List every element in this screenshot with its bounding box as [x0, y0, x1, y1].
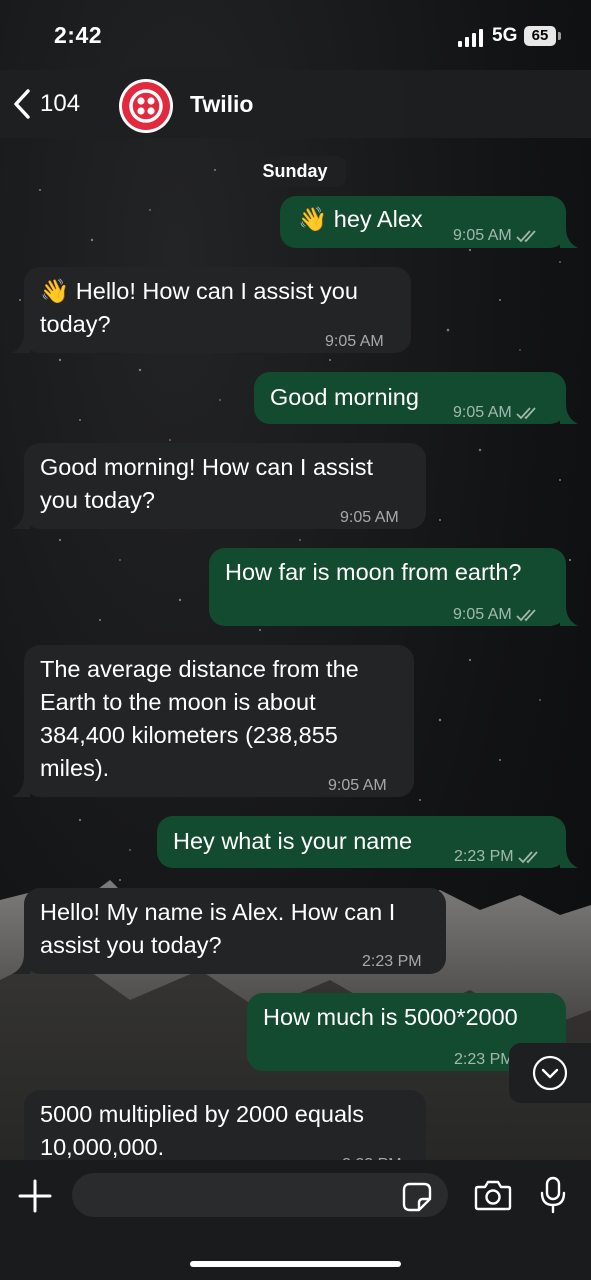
battery-icon: 65	[524, 26, 556, 46]
message-text: Good morning	[270, 384, 419, 410]
attach-button[interactable]	[18, 1179, 52, 1218]
bubble-tail	[12, 333, 30, 353]
bubble-tail	[12, 777, 30, 797]
status-bar: 2:42 5G 65	[0, 0, 591, 70]
message-text: 384,400 kilometers (238,855	[40, 722, 338, 748]
message-text: miles).	[40, 755, 110, 781]
message-time: 9:05 AM	[325, 333, 384, 350]
incoming-message[interactable]: Hello! My name is Alex. How can I assist…	[24, 888, 446, 974]
bubble-tail	[560, 228, 578, 248]
message-input[interactable]	[86, 1173, 390, 1219]
sticker-button[interactable]	[402, 1182, 432, 1217]
message-time: 2:23 PM	[454, 1051, 514, 1068]
message-text: 5000 multiplied by 2000 equals	[40, 1101, 365, 1127]
outgoing-message[interactable]: 👋 hey Alex 9:05 AM	[280, 196, 566, 248]
message-meta: 9:05 AM	[453, 219, 540, 252]
microphone-icon	[540, 1176, 566, 1214]
outgoing-message[interactable]: How far is moon from earth? 9:05 AM	[209, 548, 566, 626]
plus-icon	[18, 1179, 52, 1213]
message-meta: 9:05 AM	[453, 598, 540, 631]
message-text: 👋 hey Alex	[298, 206, 423, 232]
battery-tip	[558, 32, 561, 40]
bubble-tail	[560, 848, 578, 868]
chevron-down-icon	[532, 1055, 568, 1091]
network-type: 5G	[492, 25, 518, 46]
status-time: 2:42	[54, 22, 103, 48]
outgoing-message[interactable]: Hey what is your name 2:23 PM	[157, 816, 566, 868]
message-text: Earth to the moon is about	[40, 689, 316, 715]
chat-header: 104 Twilio	[0, 70, 591, 138]
twilio-logo	[122, 82, 170, 130]
bubble-tail	[12, 954, 30, 974]
incoming-message[interactable]: The average distance from the Earth to t…	[24, 645, 414, 797]
outgoing-message[interactable]: Good morning 9:05 AM	[254, 372, 566, 424]
contact-name[interactable]: Twilio	[190, 91, 253, 118]
contact-avatar[interactable]	[119, 79, 173, 133]
message-text: How far is moon from earth?	[225, 559, 522, 585]
bubble-tail	[12, 509, 30, 529]
back-button[interactable]: 104	[12, 84, 80, 124]
camera-button[interactable]	[474, 1179, 512, 1216]
bubble-tail	[560, 404, 578, 424]
incoming-message[interactable]: Good morning! How can I assist you today…	[24, 443, 426, 529]
message-meta: 9:05 AM	[453, 396, 540, 429]
sticker-icon	[402, 1182, 432, 1212]
home-indicator[interactable]	[190, 1261, 401, 1267]
bubble-tail	[560, 606, 578, 626]
camera-icon	[474, 1180, 512, 1211]
signal-icon	[458, 29, 483, 47]
double-check-icon	[516, 229, 536, 242]
date-separator: Sunday	[244, 156, 346, 187]
unread-count: 104	[40, 90, 81, 117]
chevron-left-icon	[14, 89, 30, 119]
microphone-button[interactable]	[540, 1176, 566, 1219]
message-text: assist you today?	[40, 932, 222, 958]
message-text: you today?	[40, 487, 155, 513]
message-text: Hello! My name is Alex. How can I	[40, 899, 396, 925]
message-meta: 2:23 PM	[454, 840, 542, 873]
double-check-icon	[516, 608, 536, 621]
message-input-container[interactable]	[72, 1173, 448, 1219]
message-text: today?	[40, 311, 111, 337]
message-text: Hey what is your name	[173, 828, 413, 854]
message-text: Good morning! How can I assist	[40, 454, 374, 480]
message-time: 2:23 PM	[362, 953, 422, 970]
waving-hand-emoji: 👋	[298, 206, 328, 232]
scroll-to-bottom-button[interactable]	[509, 1043, 591, 1103]
double-check-icon	[517, 850, 538, 863]
message-text: Hello! How can I assist you	[75, 278, 358, 304]
incoming-message[interactable]: 👋 Hello! How can I assist you today? 9:0…	[24, 267, 411, 353]
waving-hand-emoji: 👋	[40, 278, 70, 304]
message-text: How much is 5000*2000	[263, 1004, 518, 1030]
double-check-icon	[516, 406, 536, 419]
message-time: 9:05 AM	[340, 509, 399, 526]
message-text: The average distance from the	[40, 656, 359, 682]
message-time: 9:05 AM	[328, 777, 387, 794]
chat-wallpaper	[0, 0, 591, 1280]
